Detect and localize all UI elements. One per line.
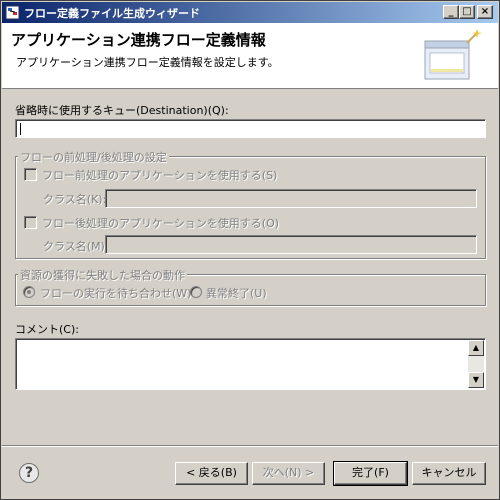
close-icon: × [480,6,490,17]
help-icon[interactable]: ? [19,463,39,483]
abend-radio-label: 異常終了(U) [206,287,267,300]
minimize-icon: _ [448,6,454,17]
wizard-window: フロー定義ファイル生成ウィザード _ □ × アプリケーション連携フロー定義情報… [0,0,500,500]
title-bar[interactable]: フロー定義ファイル生成ウィザード _ □ × [2,2,498,23]
page-title: アプリケーション連携フロー定義情報 [11,31,266,49]
post-class-label: クラス名(M): [43,240,109,253]
scroll-up-icon[interactable]: ▲ [468,340,484,356]
text-caret [20,123,21,135]
pre-class-input[interactable] [105,189,477,208]
comment-textarea[interactable]: ▲ ▼ [15,338,486,390]
back-button-label: < 戻る(B) [186,466,237,479]
wizard-header: アプリケーション連携フロー定義情報 アプリケーション連携フロー定義情報を設定しま… [2,23,498,89]
default-queue-label: 省略時に使用するキュー(Destination)(Q): [15,104,229,117]
pre-processing-checkbox[interactable] [24,168,37,181]
button-bar-divider [2,445,498,447]
resource-failure-group-title: 資源の獲得に失敗した場合の動作 [18,267,187,283]
cancel-button-label: キャンセル [421,466,477,479]
close-button[interactable]: × [477,5,493,19]
comment-scrollbar[interactable]: ▲ ▼ [468,340,484,388]
default-queue-input[interactable] [15,119,486,138]
comment-label: コメント(C): [15,323,79,336]
maximize-icon: □ [462,6,472,17]
maximize-button[interactable]: □ [459,5,475,19]
wizard-banner-icon [424,29,482,80]
post-processing-checkbox[interactable] [24,216,37,229]
window-title: フロー定義ファイル生成ウィザード [24,7,200,20]
page-description: アプリケーション連携フロー定義情報を設定します。 [16,56,279,69]
pre-class-label: クラス名(K): [43,193,107,206]
next-button[interactable]: 次へ(N) > [252,462,325,485]
finish-button-label: 完了(F) [352,466,389,479]
post-processing-checkbox-label: フロー後処理のアプリケーションを使用する(O) [42,217,280,230]
pre-processing-checkbox-label: フロー前処理のアプリケーションを使用する(S) [42,169,278,182]
wait-radio[interactable] [23,286,35,298]
abend-radio[interactable] [190,286,202,298]
wait-radio-label: フローの実行を待ち合わせ(W) [40,287,192,300]
app-icon [5,5,20,20]
minimize-button[interactable]: _ [443,5,459,19]
back-button[interactable]: < 戻る(B) [175,462,248,485]
post-class-input[interactable] [105,235,477,254]
scroll-down-icon[interactable]: ▼ [468,372,484,388]
flow-processing-group-title: フローの前処理/後処理の設定 [18,149,169,165]
radio-selected-dot [27,290,31,294]
next-button-label: 次へ(N) > [262,466,315,479]
cancel-button[interactable]: キャンセル [412,462,486,485]
finish-button[interactable]: 完了(F) [333,461,408,486]
